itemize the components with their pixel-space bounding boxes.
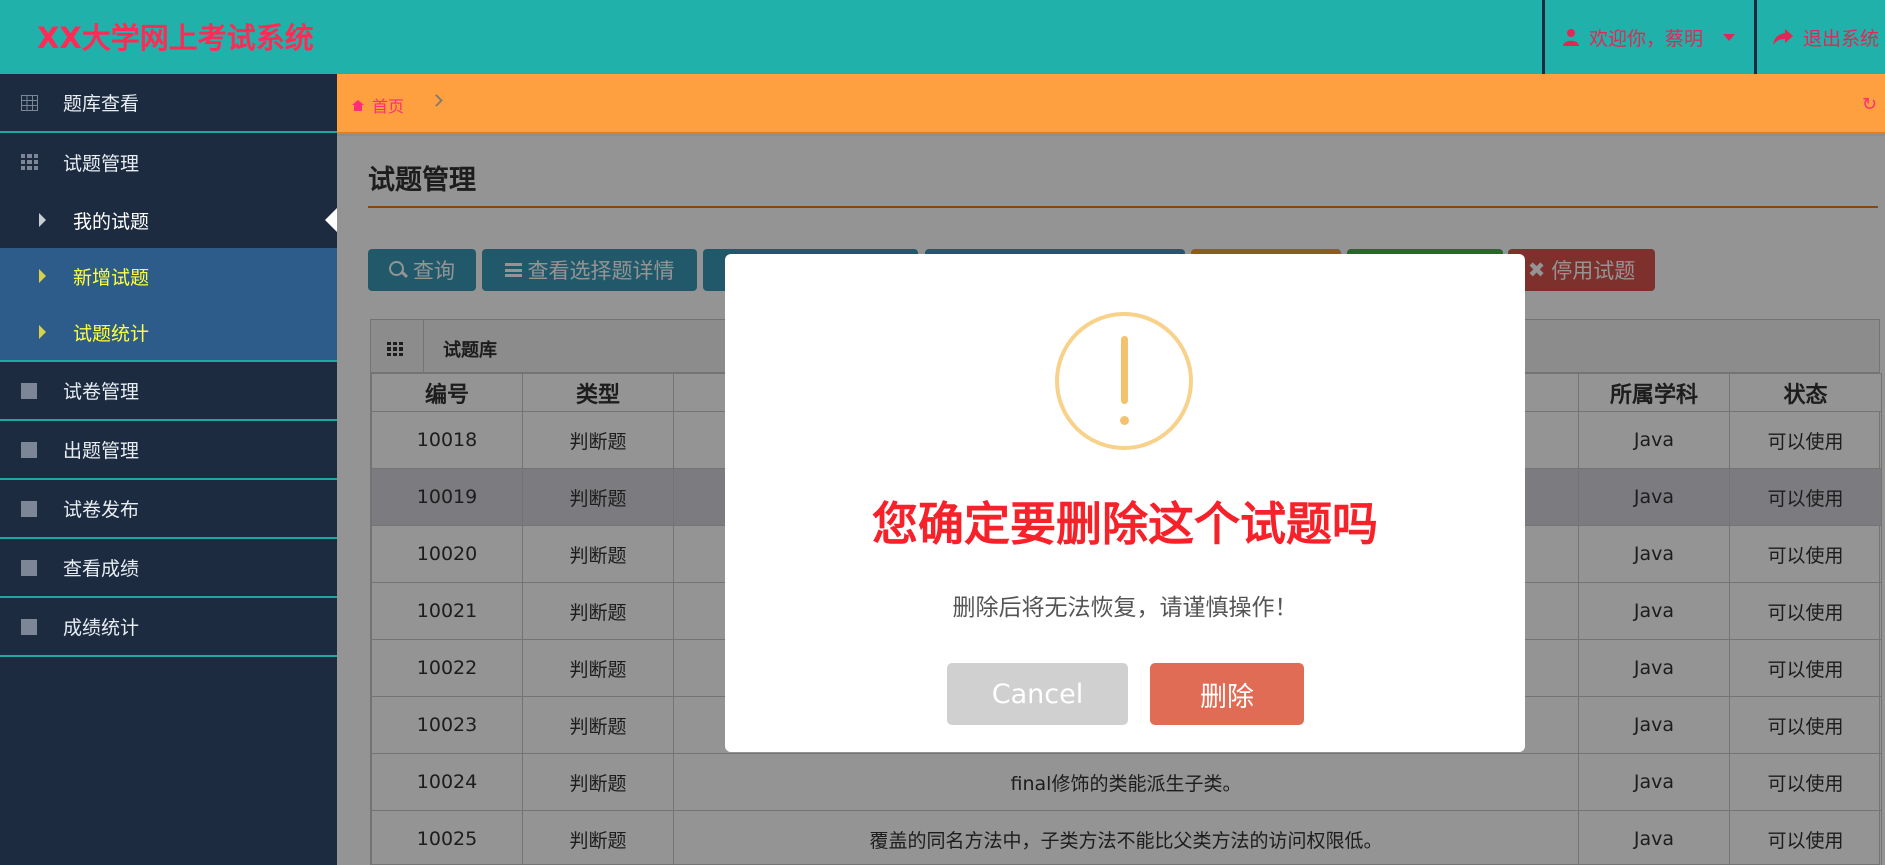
- user-menu[interactable]: 欢迎你，蔡明: [1542, 0, 1754, 74]
- square-icon: [21, 442, 37, 458]
- grid-icon: [21, 154, 38, 170]
- user-greeting: 欢迎你，蔡明: [1589, 27, 1704, 50]
- sidebar-item-paper-management[interactable]: 试卷管理: [0, 362, 337, 421]
- sidebar-item-exam-setting[interactable]: 出题管理: [0, 421, 337, 480]
- sidebar-item-view-scores[interactable]: 查看成绩: [0, 539, 337, 598]
- sidebar-item-score-stats[interactable]: 成绩统计: [0, 598, 337, 657]
- sidebar-item-label: 查看成绩: [63, 558, 140, 580]
- user-icon: [1563, 29, 1579, 46]
- sidebar-submenu: 我的试题 新增试题 试题统计: [0, 192, 337, 362]
- square-icon: [21, 560, 37, 576]
- caret-right-icon: [39, 269, 46, 283]
- refresh-icon[interactable]: ↻: [1862, 94, 1877, 115]
- app-title: XX大学网上考试系统: [37, 21, 314, 55]
- square-icon: [21, 619, 37, 635]
- caret-right-icon: [39, 213, 46, 227]
- confirm-delete-button[interactable]: 删除: [1150, 663, 1304, 725]
- breadcrumb-home-link[interactable]: 首页: [352, 93, 404, 117]
- sidebar-item-question-bank[interactable]: 题库查看: [0, 74, 337, 133]
- sidebar-item-label: 试卷发布: [63, 499, 140, 521]
- sidebar-item-label: 出题管理: [63, 440, 140, 462]
- sidebar-subitem-my-questions[interactable]: 我的试题: [0, 192, 337, 248]
- sidebar-subitem-add-question[interactable]: 新增试题: [0, 248, 337, 304]
- share-icon: [1773, 29, 1793, 45]
- sidebar-subitem-label: 试题统计: [73, 322, 150, 345]
- home-icon: [352, 99, 364, 111]
- dialog-message: 删除后将无法恢复，请谨慎操作！: [952, 595, 1298, 621]
- sidebar-item-label: 试题管理: [63, 153, 140, 175]
- sidebar-subitem-label: 我的试题: [73, 210, 150, 233]
- chevron-down-icon: [1723, 33, 1736, 41]
- square-icon: [21, 501, 37, 517]
- caret-right-icon: [39, 325, 46, 339]
- breadcrumb: 首页 ↻: [337, 74, 1885, 134]
- table-icon: [21, 95, 38, 111]
- sidebar-subitem-label: 新增试题: [73, 266, 150, 289]
- sidebar-item-label: 题库查看: [63, 93, 140, 115]
- square-icon: [21, 383, 37, 399]
- logout-button[interactable]: 退出系统: [1754, 0, 1885, 74]
- sidebar: 题库查看 试题管理 我的试题 新增试题 试题统计 试卷管理 出题管理 试卷发布 …: [0, 74, 337, 865]
- warning-icon: [1055, 312, 1193, 450]
- chevron-right-icon: [430, 94, 443, 107]
- sidebar-item-label: 试卷管理: [63, 381, 140, 403]
- cancel-button[interactable]: Cancel: [947, 663, 1128, 725]
- dialog-title: 您确定要删除这个试题吗: [872, 497, 1378, 551]
- sidebar-item-label: 成绩统计: [63, 617, 140, 639]
- logout-label: 退出系统: [1803, 27, 1880, 50]
- confirm-delete-dialog: 您确定要删除这个试题吗 删除后将无法恢复，请谨慎操作！ Cancel 删除: [725, 254, 1525, 752]
- sidebar-subitem-question-stats[interactable]: 试题统计: [0, 304, 337, 360]
- active-pointer-icon: [325, 208, 337, 232]
- top-bar: XX大学网上考试系统 欢迎你，蔡明 退出系统: [0, 0, 1885, 74]
- breadcrumb-home-label: 首页: [372, 97, 405, 116]
- sidebar-item-paper-publish[interactable]: 试卷发布: [0, 480, 337, 539]
- sidebar-item-question-management[interactable]: 试题管理: [0, 133, 337, 192]
